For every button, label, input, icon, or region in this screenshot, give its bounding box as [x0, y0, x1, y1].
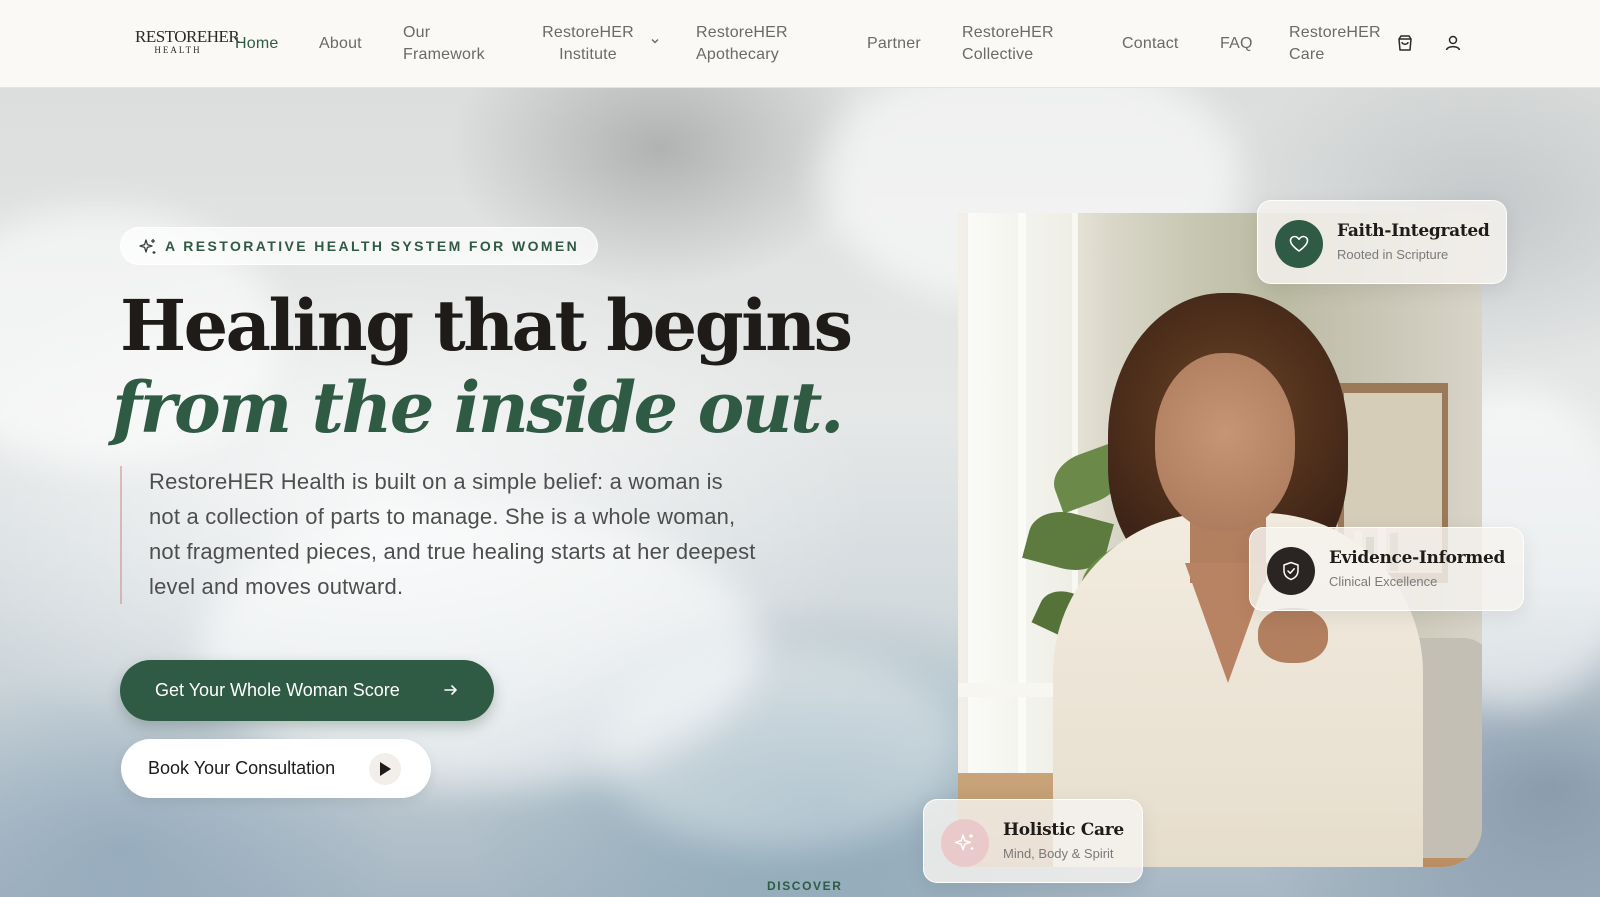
background-foam [600, 648, 960, 848]
feature-subtitle: Mind, Body & Spirit [1003, 846, 1114, 861]
logo-subline: HEALTH [154, 45, 202, 55]
button-label: Get Your Whole Woman Score [155, 680, 400, 700]
nav-our-framework[interactable]: Our Framework [403, 22, 485, 66]
quote-accent-bar [120, 466, 122, 604]
book-consultation-button[interactable]: Book Your Consultation [121, 739, 431, 798]
feature-card-evidence: Evidence-Informed Clinical Excellence [1249, 527, 1524, 611]
feature-subtitle: Rooted in Scripture [1337, 247, 1449, 262]
nav-about[interactable]: About [319, 33, 362, 55]
feature-subtitle: Clinical Excellence [1329, 574, 1438, 589]
play-icon [369, 753, 401, 785]
button-label: Book Your Consultation [148, 758, 336, 778]
nav-restoreher-apothecary[interactable]: RestoreHER Apothecary [696, 22, 788, 66]
nav-label: Framework [403, 46, 485, 63]
nav-label: Institute [559, 46, 617, 63]
arrow-right-icon [442, 681, 460, 699]
nav-restoreher-collective[interactable]: RestoreHER Collective [962, 22, 1054, 66]
nav-partner[interactable]: Partner [867, 33, 921, 55]
nav-faq[interactable]: FAQ [1220, 33, 1253, 55]
brand-logo[interactable]: RESTOREHER HEALTH [135, 27, 240, 56]
nav-restoreher-care[interactable]: RestoreHER Care [1289, 22, 1381, 66]
nav-label: Apothecary [696, 46, 779, 63]
nav-label: RestoreHER [1289, 24, 1381, 41]
shield-check-icon [1267, 547, 1315, 595]
hero-lead-paragraph: RestoreHER Health is built on a simple b… [149, 469, 756, 599]
hero-headline-italic: from the inside out. [112, 366, 844, 449]
sparkle-icon [138, 237, 158, 257]
photo-subject-face [1155, 353, 1295, 531]
feature-title: Holistic Care [1003, 820, 1124, 840]
chevron-down-icon[interactable] [650, 36, 660, 49]
tagline-text: A RESTORATIVE HEALTH SYSTEM FOR WOMEN [165, 238, 580, 254]
tagline-badge: A RESTORATIVE HEALTH SYSTEM FOR WOMEN [120, 227, 599, 265]
logo-wordmark: RESTOREHER [135, 27, 240, 46]
nav-label: RestoreHER [962, 24, 1054, 41]
nav-label: RestoreHER [542, 24, 634, 41]
user-icon[interactable] [1443, 33, 1465, 55]
nav-label: RestoreHER [696, 24, 788, 41]
heart-icon [1275, 220, 1323, 268]
feature-card-faith: Faith-Integrated Rooted in Scripture [1257, 200, 1507, 284]
feature-title: Evidence-Informed [1329, 548, 1506, 568]
nav-home[interactable]: Home [235, 33, 278, 55]
nav-restoreher-institute[interactable]: RestoreHER Institute [539, 22, 637, 66]
whole-woman-score-button[interactable]: Get Your Whole Woman Score [120, 660, 494, 721]
hero-headline: Healing that begins [120, 284, 853, 367]
photo-window-frame [1018, 213, 1026, 867]
nav-label: Collective [962, 46, 1034, 63]
hero-section: A RESTORATIVE HEALTH SYSTEM FOR WOMEN He… [0, 88, 1600, 897]
discover-scroll-link[interactable]: DISCOVER [767, 879, 842, 893]
nav-label: Our [403, 24, 431, 41]
nav-contact[interactable]: Contact [1122, 33, 1179, 55]
shopping-bag-icon[interactable] [1395, 33, 1417, 55]
top-navigation: RESTOREHER HEALTH Home About Our Framewo… [0, 0, 1600, 88]
feature-card-holistic: Holistic Care Mind, Body & Spirit [923, 799, 1143, 883]
nav-label: Care [1289, 46, 1325, 63]
feature-title: Faith-Integrated [1337, 221, 1490, 241]
sparkle-icon [941, 819, 989, 867]
